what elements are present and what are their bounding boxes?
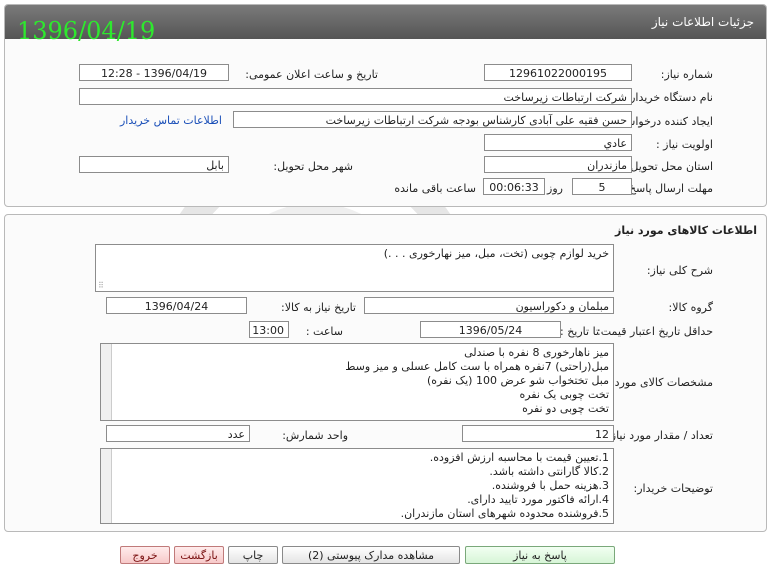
group-field: مبلمان و دکوراسیون [364, 297, 614, 314]
spec-line: میز ناهارخوری 8 نفره با صندلی [464, 346, 609, 359]
desc-text: خرید لوازم چوبی (تخت، مبل، میز نهارخوری … [383, 247, 609, 260]
announce-label: تاریخ و ساعت اعلان عمومی: [245, 68, 378, 81]
province-field: مازندران [484, 156, 632, 173]
province-label: استان محل تحویل: [626, 160, 713, 173]
priority-label: اولویت نیاز : [655, 138, 713, 151]
date-stamp: 1396/04/19 [17, 17, 156, 45]
need-date-label: تاریخ نیاز به کالا: [281, 301, 356, 314]
buyer-notes-label: توضیحات خریدار: [633, 482, 714, 495]
note-line: 3.هزینه حمل با فروشنده. [491, 479, 609, 492]
priority-field: عادي [484, 134, 632, 151]
desc-label: شرح کلی نیاز: [646, 264, 713, 277]
deadline-label: مهلت ارسال پاسخ: [625, 182, 713, 195]
buyer-contact-link[interactable]: اطلاعات تماس خریدار [120, 114, 222, 127]
min-validity-label: حداقل تاریخ اعتبار قیمت: [597, 325, 713, 338]
to-date-field: 1396/05/24 [420, 321, 561, 338]
desc-textarea[interactable]: خرید لوازم چوبی (تخت، مبل، میز نهارخوری … [95, 244, 614, 292]
spec-line: مبل(راحتی) 7نفره همراه با ست کامل عسلی و… [345, 360, 609, 373]
qty-field: 12 [462, 425, 614, 442]
exit-button[interactable]: خروج [120, 546, 170, 564]
city-label: شهر محل تحویل: [273, 160, 353, 173]
back-button[interactable]: بازگشت [174, 546, 224, 564]
time-field: 13:00 [249, 321, 289, 338]
announce-field: 1396/04/19 - 12:28 [79, 64, 229, 81]
need-number-label: شماره نیاز: [660, 68, 713, 81]
city-field: بابل [79, 156, 229, 173]
unit-label: واحد شمارش: [282, 429, 348, 442]
need-date-field: 1396/04/24 [106, 297, 247, 314]
spec-line: تخت چوبی دو نفره [522, 402, 609, 415]
creator-field: حسن فقیه علی آبادی کارشناس بودجه شرکت ار… [233, 111, 632, 128]
buyer-org-label: نام دستگاه خریدار: [626, 91, 713, 104]
print-button[interactable]: چاپ [228, 546, 278, 564]
note-line: 4.ارائه فاکتور مورد تایید دارای. [467, 493, 609, 506]
note-line: 5.فروشنده محدوده شهرهای استان مازندران. [400, 507, 609, 520]
to-date-label: تا تاریخ : [560, 325, 599, 338]
time-label: ساعت : [305, 325, 343, 338]
note-line: 2.کالا گارانتی داشته باشد. [489, 465, 609, 478]
need-number-field: 12961022000195 [484, 64, 632, 81]
spec-line: مبل تختخواب شو عرض 100 (یک نفره) [427, 374, 609, 387]
deadline-days-field: 5 [572, 178, 632, 195]
goods-section-title: اطلاعات کالاهای مورد نیاز [615, 224, 757, 237]
unit-field: عدد [106, 425, 250, 442]
page-title: جزئیات اطلاعات نیاز [651, 15, 754, 29]
qty-label: تعداد / مقدار مورد نیاز: [607, 429, 713, 442]
buyer-notes-textarea[interactable]: 1.تعیین قیمت با محاسبه ارزش افزوده. 2.کا… [100, 448, 614, 524]
note-line: 1.تعیین قیمت با محاسبه ارزش افزوده. [429, 451, 609, 464]
specs-scrollbar[interactable] [101, 344, 112, 420]
buyer-org-field: شرکت ارتباطات زیرساخت [79, 88, 632, 105]
need-details-panel: 1396/04/19 جزئیات اطلاعات نیاز [4, 4, 767, 207]
resize-grip-icon: ⠿ [98, 281, 104, 290]
reply-button[interactable]: پاسخ به نیاز [465, 546, 615, 564]
deadline-time-field: 00:06:33 [483, 178, 545, 195]
spec-line: تخت چوبی یک نفره [519, 388, 609, 401]
notes-scrollbar[interactable] [101, 449, 112, 523]
specs-textarea[interactable]: میز ناهارخوری 8 نفره با صندلی مبل(راحتی)… [100, 343, 614, 421]
view-docs-button[interactable]: مشاهده مدارک پیوستی (2) [282, 546, 460, 564]
remaining-label: ساعت باقی مانده [394, 182, 476, 195]
group-label: گروه کالا: [668, 301, 713, 314]
panel-header: 1396/04/19 جزئیات اطلاعات نیاز [5, 5, 766, 45]
